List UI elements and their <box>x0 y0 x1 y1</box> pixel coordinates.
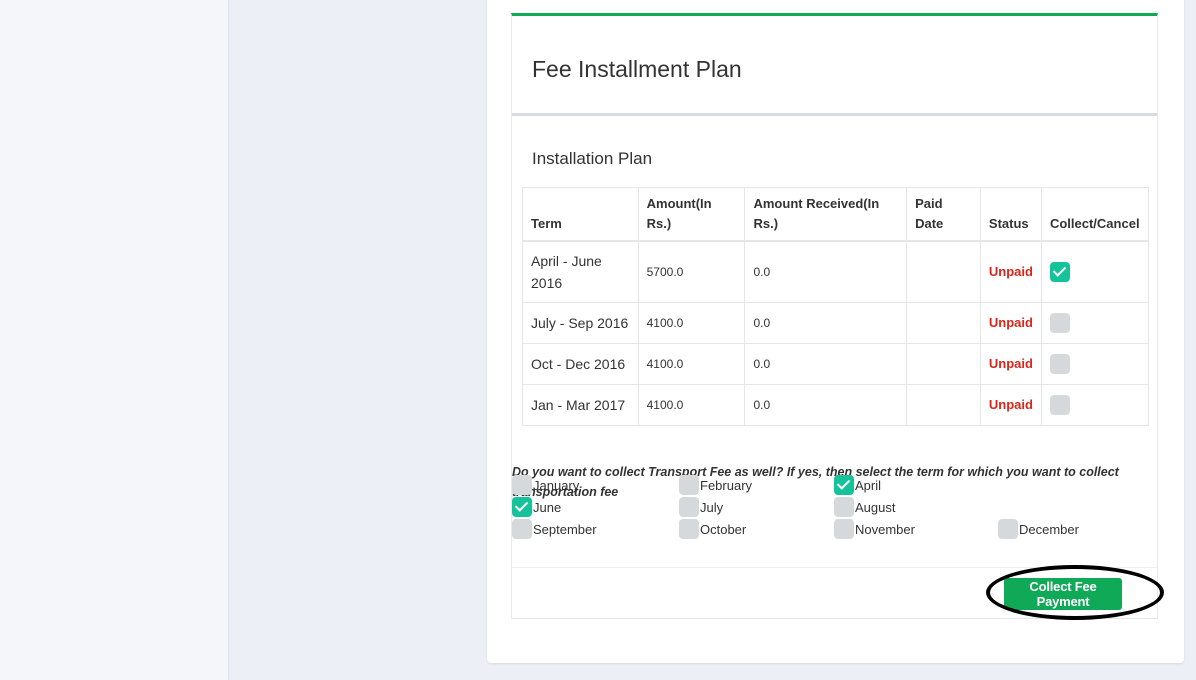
status-badge: Unpaid <box>988 397 1033 412</box>
amount-received-cell: 0.0 <box>744 342 908 385</box>
collect-fee-payment-button[interactable]: Collect Fee Payment <box>1004 578 1122 610</box>
month-option-april[interactable]: April <box>834 474 881 496</box>
column-header-amount-received: Amount Received(In Rs.) <box>744 187 908 242</box>
term-cell: July - Sep 2016 <box>522 301 639 344</box>
collect-cancel-cell <box>1040 383 1150 426</box>
panel-title: Fee Installment Plan <box>532 56 742 82</box>
month-checkbox-checked[interactable] <box>512 497 532 517</box>
month-checkbox[interactable] <box>834 497 854 517</box>
month-label: October <box>700 521 747 537</box>
month-checkbox[interactable] <box>679 497 699 517</box>
month-checkbox-checked[interactable] <box>834 475 854 495</box>
footer-divider <box>512 567 1157 568</box>
month-option-july[interactable]: July <box>679 496 723 518</box>
amount-cell: 4100.0 <box>637 301 746 344</box>
collect-checkbox-checked[interactable] <box>1049 261 1070 282</box>
status-cell: Unpaid <box>979 240 1042 303</box>
collect-cancel-cell <box>1040 342 1150 385</box>
column-header-collect-cancel: Collect/Cancel <box>1040 187 1150 242</box>
collect-checkbox[interactable] <box>1049 353 1070 374</box>
month-label: November <box>855 521 915 537</box>
status-badge: Unpaid <box>988 315 1033 330</box>
month-option-september[interactable]: September <box>512 518 597 540</box>
month-label: September <box>533 521 597 537</box>
month-label: January <box>533 477 580 493</box>
month-label: February <box>700 477 753 493</box>
table-header-row: Term Amount(In Rs.) Amount Received(In R… <box>522 187 1150 242</box>
month-checkbox[interactable] <box>512 475 532 495</box>
month-label: August <box>855 499 896 515</box>
paid-date-cell <box>906 383 981 426</box>
amount-received-cell: 0.0 <box>744 240 908 303</box>
month-option-august[interactable]: August <box>834 496 895 518</box>
column-header-amount: Amount(In Rs.) <box>637 187 746 242</box>
status-cell: Unpaid <box>979 342 1042 385</box>
table-row: July - Sep 2016 4100.0 0.0 Unpaid <box>522 301 1150 344</box>
table-row: Jan - Mar 2017 4100.0 0.0 Unpaid <box>522 383 1150 426</box>
fee-installment-panel: Fee Installment Plan Installation Plan T… <box>511 13 1164 620</box>
month-option-october[interactable]: October <box>679 518 746 540</box>
month-option-december[interactable]: December <box>998 518 1079 540</box>
transport-fee-question: Do you want to collect Transport Fee as … <box>512 465 1119 499</box>
month-checkbox[interactable] <box>679 519 699 539</box>
column-header-status: Status <box>979 187 1042 242</box>
status-badge: Unpaid <box>988 356 1033 371</box>
status-badge: Unpaid <box>988 264 1033 280</box>
collect-cancel-cell <box>1040 301 1150 344</box>
table-row: April - June 2016 5700.0 0.0 Unpaid <box>522 240 1150 303</box>
table-row: Oct - Dec 2016 4100.0 0.0 Unpaid <box>522 342 1150 385</box>
term-cell: Jan - Mar 2017 <box>522 383 639 426</box>
month-label: December <box>1019 521 1079 537</box>
month-option-january[interactable]: January <box>512 474 579 496</box>
month-checkbox[interactable] <box>834 519 854 539</box>
month-checkbox[interactable] <box>998 519 1018 539</box>
month-option-june[interactable]: June <box>512 496 561 518</box>
amount-cell: 4100.0 <box>637 342 746 385</box>
term-cell: Oct - Dec 2016 <box>522 342 639 385</box>
amount-received-cell: 0.0 <box>744 301 908 344</box>
panel-header: Fee Installment Plan <box>512 16 1157 116</box>
month-option-november[interactable]: November <box>834 518 915 540</box>
month-label: July <box>700 499 724 515</box>
column-header-paid-date: Paid Date <box>906 187 981 242</box>
month-option-february[interactable]: February <box>679 474 752 496</box>
month-label: June <box>533 499 562 515</box>
installment-table: Term Amount(In Rs.) Amount Received(In R… <box>522 187 1150 426</box>
collect-cancel-cell <box>1040 240 1150 303</box>
amount-received-cell: 0.0 <box>744 383 908 426</box>
amount-cell: 4100.0 <box>637 383 746 426</box>
status-cell: Unpaid <box>979 383 1042 426</box>
paid-date-cell <box>906 240 981 303</box>
paid-date-cell <box>906 301 981 344</box>
amount-cell: 5700.0 <box>637 240 746 303</box>
column-header-term: Term <box>522 187 639 242</box>
collect-checkbox[interactable] <box>1049 394 1070 415</box>
month-checkbox[interactable] <box>679 475 699 495</box>
paid-date-cell <box>906 342 981 385</box>
sidebar <box>0 0 229 680</box>
month-label: April <box>855 477 882 493</box>
collect-checkbox[interactable] <box>1049 312 1070 333</box>
month-checkbox[interactable] <box>512 519 532 539</box>
status-cell: Unpaid <box>979 301 1042 344</box>
section-title: Installation Plan <box>532 149 653 168</box>
term-cell: April - June 2016 <box>522 240 639 303</box>
